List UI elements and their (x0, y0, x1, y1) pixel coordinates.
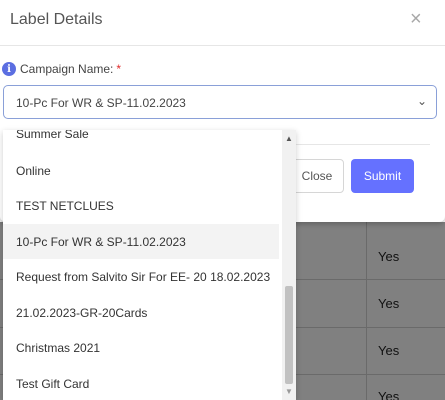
dropdown-option[interactable]: Request from Salvito Sir For EE- 20 18.0… (3, 259, 279, 294)
dropdown-option[interactable]: Test Gift Card (3, 366, 279, 400)
campaign-name-select[interactable]: 10-Pc For WR & SP-11.02.2023 ⌄ (3, 85, 437, 119)
required-marker: * (116, 62, 122, 76)
campaign-name-selected-value: 10-Pc For WR & SP-11.02.2023 (16, 96, 186, 110)
dropdown-option[interactable]: TEST NETCLUES (3, 188, 279, 223)
dropdown-option[interactable]: Christmas 2021 (3, 330, 279, 365)
dropdown-option-selected[interactable]: 10-Pc For WR & SP-11.02.2023 (3, 224, 279, 259)
table-cell: Yes (378, 249, 400, 264)
campaign-name-label-row: i Campaign Name: * (2, 62, 121, 76)
table-cell: Yes (378, 296, 400, 311)
close-icon[interactable]: × (410, 8, 422, 31)
scroll-up-arrow-icon[interactable]: ▲ (285, 134, 293, 143)
campaign-dropdown-list: Summer Sale Online TEST NETCLUES 10-Pc F… (3, 130, 296, 400)
dropdown-option[interactable]: Online (3, 153, 279, 188)
dropdown-scrollbar[interactable]: ▲ ▼ (282, 130, 296, 400)
modal-header: Label Details × (0, 0, 445, 46)
close-button[interactable]: Close (290, 159, 344, 193)
table-cell: Yes (378, 343, 400, 358)
scrollbar-thumb[interactable] (285, 286, 293, 384)
dropdown-option[interactable]: Summer Sale (3, 130, 279, 151)
info-icon: i (2, 62, 16, 76)
scroll-down-arrow-icon[interactable]: ▼ (285, 387, 293, 396)
chevron-down-icon: ⌄ (416, 94, 427, 108)
submit-button[interactable]: Submit (351, 159, 414, 193)
campaign-name-label: Campaign Name: (20, 62, 114, 76)
modal-title: Label Details (10, 11, 103, 28)
table-cell: Yes (378, 389, 400, 400)
footer-divider (295, 144, 430, 145)
dropdown-option[interactable]: 21.02.2023-GR-20Cards (3, 295, 279, 330)
